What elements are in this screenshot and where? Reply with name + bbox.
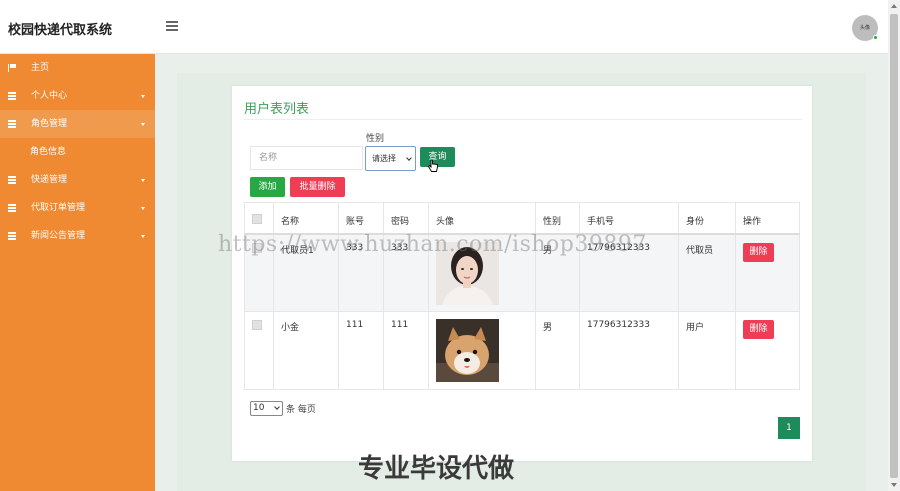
row-select-cell <box>244 311 274 390</box>
cell-gender: 男 <box>535 311 580 390</box>
page-size-select[interactable]: 10 <box>250 401 283 416</box>
list-icon <box>8 176 16 184</box>
sidebar-item-personal-center[interactable]: 个人中心 <box>0 82 155 110</box>
page-size-value: 10 <box>253 403 265 413</box>
column-header[interactable]: 头像 <box>428 202 536 234</box>
scroll-thumb[interactable] <box>890 14 898 478</box>
column-header[interactable]: 密码 <box>383 202 429 234</box>
sidebar-item-home[interactable]: 主页 <box>0 54 155 82</box>
menu-toggle-icon[interactable] <box>166 21 178 31</box>
top-header: 校园快递代取系统 头像 <box>0 0 888 54</box>
sidebar-item-label: 新闻公告管理 <box>31 231 86 241</box>
chevron-down-icon <box>141 207 145 210</box>
chevron-down-icon <box>141 179 145 182</box>
table-header-row: 名称 账号 密码 头像 性别 手机号 身份 操作 <box>244 202 800 234</box>
row-checkbox[interactable] <box>252 320 262 330</box>
column-header[interactable]: 名称 <box>273 202 339 234</box>
sidebar-item-label: 主页 <box>31 63 50 73</box>
cell-role: 用户 <box>678 311 736 390</box>
sidebar-subitem-role-info[interactable]: 角色信息 <box>0 138 155 166</box>
sidebar-item-label: 快递管理 <box>31 175 68 185</box>
column-header[interactable]: 手机号 <box>579 202 679 234</box>
name-search-input[interactable]: 名称 <box>250 146 363 170</box>
pagination-page-button[interactable]: 1 <box>778 417 800 439</box>
chevron-down-icon <box>141 123 145 126</box>
sidebar-item-label: 个人中心 <box>31 91 68 101</box>
user-table: 名称 账号 密码 头像 性别 手机号 身份 操作 代取员1 333 333 男 … <box>244 202 800 390</box>
column-header[interactable]: 性别 <box>535 202 580 234</box>
add-button[interactable]: 添加 <box>250 177 285 197</box>
delete-button[interactable]: 删除 <box>743 242 774 262</box>
list-icon <box>8 120 16 128</box>
app-title: 校园快递代取系统 <box>8 23 113 38</box>
cell-role: 代取员 <box>678 233 736 312</box>
chevron-down-icon <box>141 95 145 98</box>
cell-account: 111 <box>338 311 384 390</box>
hand-cursor-icon <box>428 159 438 172</box>
sidebar-item-order-management[interactable]: 代取订单管理 <box>0 194 155 222</box>
sidebar-item-label: 代取订单管理 <box>31 203 86 213</box>
cell-avatar <box>428 311 536 390</box>
gender-select[interactable]: 请选择 <box>365 146 416 171</box>
divider <box>244 119 802 120</box>
column-header[interactable]: 操作 <box>735 202 800 234</box>
url-watermark: https://www.huzhan.com/ishop39897 <box>218 232 647 257</box>
chevron-down-icon <box>406 155 412 161</box>
scroll-up-icon[interactable] <box>891 4 897 8</box>
delete-button[interactable]: 删除 <box>743 320 774 339</box>
cell-name: 小金 <box>273 311 339 390</box>
sidebar: 主页 个人中心 角色管理 角色信息 快递管理 代取订单管理 新闻公告管理 <box>0 54 155 491</box>
user-list-card: 用户表列表 性别 名称 请选择 查询 添加 批量删除 名称 账号 密码 头像 性… <box>232 86 812 461</box>
cell-actions: 删除 <box>735 233 800 312</box>
sidebar-item-role-management[interactable]: 角色管理 <box>0 110 155 138</box>
scroll-down-icon[interactable] <box>891 483 897 487</box>
flag-icon <box>8 64 16 72</box>
list-icon <box>8 92 16 100</box>
page-size-suffix: 条 每页 <box>286 405 316 415</box>
batch-delete-button[interactable]: 批量删除 <box>290 177 345 197</box>
sidebar-item-express-management[interactable]: 快递管理 <box>0 166 155 194</box>
online-status-dot <box>873 35 878 40</box>
table-row: 小金 111 111 男 17796312333 用户 删除 <box>244 311 800 390</box>
cell-actions: 删除 <box>735 311 800 390</box>
column-header[interactable]: 账号 <box>338 202 384 234</box>
bottom-caption: 专业毕设代做 <box>358 454 515 484</box>
sidebar-item-news-management[interactable]: 新闻公告管理 <box>0 222 155 250</box>
select-all-checkbox[interactable] <box>252 214 262 224</box>
gender-label: 性别 <box>366 134 385 144</box>
gender-select-value: 请选择 <box>372 154 396 163</box>
cell-password: 111 <box>383 311 429 390</box>
list-icon <box>8 204 16 212</box>
chevron-down-icon <box>274 404 280 410</box>
chevron-down-icon <box>141 235 145 238</box>
page-scrollbar[interactable] <box>888 0 900 491</box>
list-icon <box>8 232 16 240</box>
page-title: 用户表列表 <box>244 102 310 117</box>
sidebar-item-label: 角色管理 <box>31 119 68 129</box>
column-header[interactable]: 身份 <box>678 202 736 234</box>
select-all-cell <box>244 202 274 234</box>
dog-avatar-photo <box>436 319 499 382</box>
cell-phone: 17796312333 <box>579 311 679 390</box>
